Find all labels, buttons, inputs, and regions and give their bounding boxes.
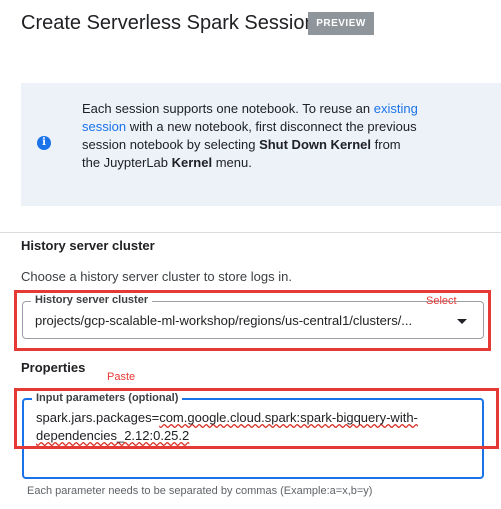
info-text-part: menu. bbox=[212, 155, 252, 170]
properties-section-heading: Properties bbox=[21, 360, 86, 375]
info-banner-text: Each session supports one notebook. To r… bbox=[82, 100, 422, 172]
shut-down-kernel-text: Shut Down Kernel bbox=[259, 137, 372, 152]
page-title: Create Serverless Spark Session bbox=[21, 12, 316, 34]
select-annotation-box bbox=[14, 290, 491, 351]
input-parameters-helper: Each parameter needs to be separated by … bbox=[27, 485, 373, 497]
section-divider bbox=[0, 232, 501, 233]
select-annotation-label: Select bbox=[426, 295, 457, 307]
preview-badge: PREVIEW bbox=[308, 12, 374, 35]
info-banner: i Each session supports one notebook. To… bbox=[21, 83, 501, 206]
paste-annotation-label: Paste bbox=[107, 371, 136, 383]
info-icon: i bbox=[37, 136, 51, 150]
paste-annotation-box bbox=[14, 388, 499, 449]
kernel-menu-text: Kernel bbox=[171, 155, 213, 170]
info-text-part: Each session supports one notebook. To r… bbox=[82, 101, 371, 116]
history-section-heading: History server cluster bbox=[21, 238, 155, 253]
history-section-description: Choose a history server cluster to store… bbox=[21, 269, 292, 284]
